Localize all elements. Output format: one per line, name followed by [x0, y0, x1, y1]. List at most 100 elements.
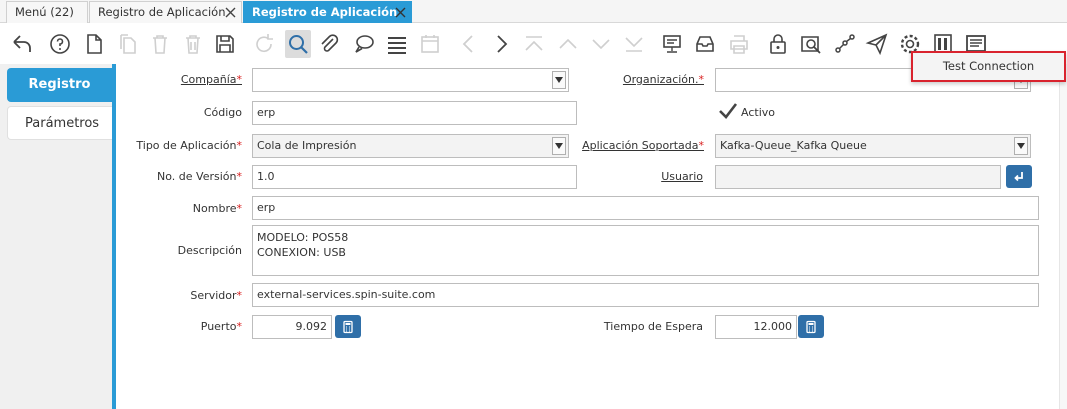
puerto-calculator-button[interactable]: [335, 315, 361, 338]
tipo-aplicacion-value: Cola de Impresión: [257, 139, 357, 152]
next-icon[interactable]: [488, 30, 514, 58]
lock-icon[interactable]: [765, 30, 791, 58]
tab-registro-aplicacion-2[interactable]: Registro de Aplicación: [243, 1, 412, 23]
puerto-label: Puerto*: [140, 318, 242, 336]
puerto-field[interactable]: 9.092: [252, 315, 332, 339]
print-icon[interactable]: [726, 30, 752, 58]
help-icon[interactable]: [47, 30, 73, 58]
delete-selection-icon[interactable]: [180, 30, 206, 58]
next-record-icon[interactable]: [588, 30, 614, 58]
tab-parametros-label: Parámetros: [25, 116, 100, 131]
test-connection-menu-item[interactable]: Test Connection: [911, 51, 1066, 82]
last-record-icon[interactable]: [621, 30, 647, 58]
tipo-aplicacion-label-text: Tipo de Aplicación: [136, 139, 237, 152]
servidor-field[interactable]: external-services.spin-suite.com: [252, 283, 1039, 307]
chevron-down-icon[interactable]: [552, 71, 566, 89]
check-icon: [719, 103, 738, 119]
codigo-label: Código: [203, 106, 242, 119]
aplicacion-soportada-label-text: Aplicación Soportada: [582, 139, 699, 152]
aplicacion-soportada-select[interactable]: Kafka-Queue_Kafka Queue: [715, 134, 1031, 158]
refresh-icon[interactable]: [251, 30, 277, 58]
new-record-icon[interactable]: [81, 30, 107, 58]
activo-label: Activo: [741, 106, 775, 119]
aplicacion-soportada-label[interactable]: Aplicación Soportada*: [580, 137, 704, 155]
tab-menu[interactable]: Menú (22): [6, 1, 88, 23]
tiempo-espera-field[interactable]: 12.000: [715, 315, 797, 339]
compania-label[interactable]: Compañía*: [140, 71, 242, 89]
no-version-value: 1.0: [257, 170, 275, 183]
save-icon[interactable]: [212, 30, 238, 58]
nombre-value: erp: [257, 201, 276, 214]
previous-record-icon[interactable]: [555, 30, 581, 58]
record-tabs-panel: Registro Parámetros: [0, 64, 116, 409]
descripcion-label: Descripción: [177, 244, 242, 257]
close-icon[interactable]: [394, 6, 407, 19]
calendar-icon[interactable]: [417, 30, 443, 58]
codigo-value: erp: [257, 106, 276, 119]
required-mark: *: [236, 170, 243, 183]
tipo-aplicacion-label: Tipo de Aplicación*: [130, 137, 242, 155]
puerto-label-text: Puerto: [200, 320, 237, 333]
right-edge-scroll: [1059, 64, 1067, 409]
organizacion-label-text: Organización.: [622, 73, 699, 86]
tab-label: Registro de Aplicación: [98, 5, 226, 19]
calculator-icon: [806, 320, 816, 333]
required-mark: *: [698, 139, 705, 152]
nombre-label-text: Nombre: [192, 202, 237, 215]
required-mark: *: [236, 139, 243, 152]
required-mark: *: [236, 320, 243, 333]
required-mark: *: [698, 73, 705, 86]
no-version-label-text: No. de Versión: [157, 170, 237, 183]
no-version-field[interactable]: 1.0: [252, 165, 577, 189]
organizacion-label[interactable]: Organización.*: [600, 71, 704, 89]
calculator-icon: [343, 320, 353, 333]
copy-record-icon[interactable]: [115, 30, 141, 58]
workflow-icon[interactable]: [832, 30, 858, 58]
send-icon[interactable]: [864, 30, 890, 58]
archive-icon[interactable]: [692, 30, 718, 58]
previous-icon[interactable]: [456, 30, 482, 58]
activo-checkbox[interactable]: [718, 101, 738, 121]
chevron-down-icon[interactable]: [552, 137, 566, 155]
delete-icon[interactable]: [147, 30, 173, 58]
compania-label-text: Compañía: [180, 73, 237, 86]
panel-accent-stripe: [112, 64, 116, 409]
find-icon[interactable]: [285, 30, 311, 58]
first-record-icon[interactable]: [521, 30, 547, 58]
tab-label: Registro de Aplicación: [252, 5, 398, 19]
test-connection-label: Test Connection: [942, 59, 1035, 73]
nombre-field[interactable]: erp: [252, 196, 1039, 220]
nombre-label: Nombre*: [140, 200, 242, 218]
required-mark: *: [236, 289, 243, 302]
tab-registro-aplicacion-1[interactable]: Registro de Aplicación: [89, 1, 242, 23]
tiempo-espera-calculator-button[interactable]: [798, 315, 824, 338]
tiempo-espera-value: 12.000: [753, 320, 793, 333]
required-mark: *: [236, 73, 243, 86]
required-mark: *: [236, 202, 243, 215]
servidor-label: Servidor*: [140, 287, 242, 305]
tab-parametros[interactable]: Parámetros: [7, 106, 112, 140]
usuario-search-button[interactable]: [1006, 165, 1032, 188]
descripcion-field[interactable]: MODELO: POS58 CONEXION: USB: [252, 225, 1039, 276]
codigo-field[interactable]: erp: [252, 101, 577, 125]
return-arrow-icon: [1014, 171, 1023, 181]
chat-icon[interactable]: [351, 30, 377, 58]
close-icon[interactable]: [224, 6, 237, 19]
chevron-down-icon[interactable]: [1014, 137, 1028, 155]
tipo-aplicacion-select[interactable]: Cola de Impresión: [252, 134, 569, 158]
usuario-field[interactable]: [715, 165, 1001, 189]
report-icon[interactable]: [659, 30, 685, 58]
aplicacion-soportada-value: Kafka-Queue_Kafka Queue: [720, 139, 867, 152]
attachment-icon[interactable]: [316, 30, 342, 58]
puerto-value: 9.092: [295, 320, 328, 333]
usuario-label[interactable]: Usuario: [620, 168, 703, 186]
undo-icon[interactable]: [9, 30, 35, 58]
no-version-label: No. de Versión*: [140, 168, 242, 186]
tab-registro[interactable]: Registro: [7, 68, 112, 102]
grid-toggle-icon[interactable]: [384, 30, 410, 58]
zoom-across-icon[interactable]: [798, 30, 824, 58]
servidor-value: external-services.spin-suite.com: [257, 288, 436, 301]
tab-menu-label: Menú (22): [15, 5, 74, 19]
compania-select[interactable]: [252, 68, 569, 92]
servidor-label-text: Servidor: [190, 289, 237, 302]
